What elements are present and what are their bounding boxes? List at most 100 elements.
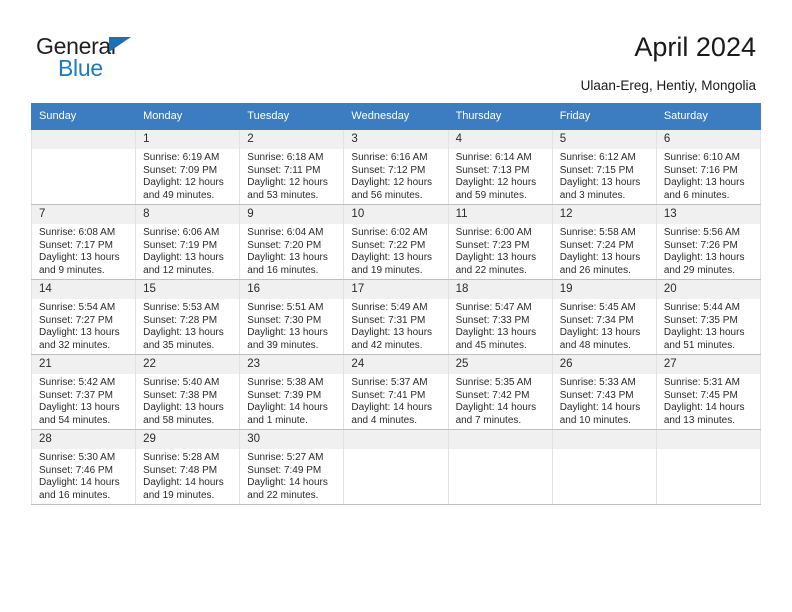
- day-cell[interactable]: 7 Sunrise: 6:08 AM Sunset: 7:17 PM Dayli…: [30, 204, 137, 280]
- day-number: 28: [32, 430, 136, 449]
- sunrise-text: Sunrise: 5:44 AM: [663, 302, 740, 313]
- day-number: [552, 430, 656, 449]
- day-info: Sunrise: 5:37 AM Sunset: 7:41 PM Dayligh…: [344, 374, 447, 427]
- day-info: Sunrise: 5:44 AM Sunset: 7:35 PM Dayligh…: [657, 299, 760, 352]
- day-cell[interactable]: 16 Sunrise: 5:51 AM Sunset: 7:30 PM Dayl…: [239, 279, 345, 355]
- sunrise-text: Sunrise: 6:06 AM: [143, 227, 220, 238]
- day-number: 20: [656, 280, 760, 299]
- day-cell[interactable]: 8 Sunrise: 6:06 AM Sunset: 7:19 PM Dayli…: [135, 204, 241, 280]
- day-cell[interactable]: 29 Sunrise: 5:28 AM Sunset: 7:48 PM Dayl…: [135, 429, 241, 505]
- page-subtitle: Ulaan-Ereg, Hentiy, Mongolia: [580, 78, 756, 93]
- day-cell[interactable]: 14 Sunrise: 5:54 AM Sunset: 7:27 PM Dayl…: [30, 279, 137, 355]
- day-number: 27: [656, 355, 760, 374]
- day-number: 25: [448, 355, 552, 374]
- sunrise-text: Sunrise: 5:49 AM: [351, 302, 428, 313]
- day-cell[interactable]: 10 Sunrise: 6:02 AM Sunset: 7:22 PM Dayl…: [343, 204, 449, 280]
- day-info: Sunrise: 5:53 AM Sunset: 7:28 PM Dayligh…: [136, 299, 239, 352]
- day-cell[interactable]: 26 Sunrise: 5:33 AM Sunset: 7:43 PM Dayl…: [551, 354, 657, 430]
- sunrise-text: Sunrise: 6:16 AM: [351, 152, 428, 163]
- sunrise-text: Sunrise: 6:02 AM: [351, 227, 428, 238]
- sunrise-text: Sunrise: 5:27 AM: [247, 452, 324, 463]
- day-number: 18: [448, 280, 552, 299]
- day-cell[interactable]: 6 Sunrise: 6:10 AM Sunset: 7:16 PM Dayli…: [655, 129, 762, 205]
- day-cell[interactable]: 17 Sunrise: 5:49 AM Sunset: 7:31 PM Dayl…: [343, 279, 449, 355]
- day-number: 17: [344, 280, 448, 299]
- sunrise-text: Sunrise: 6:08 AM: [39, 227, 116, 238]
- brand-logo[interactable]: General Blue: [36, 33, 276, 85]
- sunrise-text: Sunrise: 5:54 AM: [39, 302, 116, 313]
- day-number: [656, 430, 760, 449]
- sunset-text: Sunset: 7:24 PM: [559, 239, 634, 251]
- daylight-text: Daylight: 13 hours and 9 minutes.: [39, 252, 120, 276]
- day-cell[interactable]: 9 Sunrise: 6:04 AM Sunset: 7:20 PM Dayli…: [239, 204, 345, 280]
- day-cell[interactable]: 30 Sunrise: 5:27 AM Sunset: 7:49 PM Dayl…: [239, 429, 345, 505]
- day-number: 14: [32, 280, 136, 299]
- day-cell[interactable]: 19 Sunrise: 5:45 AM Sunset: 7:34 PM Dayl…: [551, 279, 657, 355]
- sunset-text: Sunset: 7:20 PM: [247, 239, 322, 251]
- sunrise-text: Sunrise: 5:31 AM: [663, 377, 740, 388]
- day-cell[interactable]: 15 Sunrise: 5:53 AM Sunset: 7:28 PM Dayl…: [135, 279, 241, 355]
- day-cell[interactable]: 4 Sunrise: 6:14 AM Sunset: 7:13 PM Dayli…: [447, 129, 553, 205]
- day-cell[interactable]: 20 Sunrise: 5:44 AM Sunset: 7:35 PM Dayl…: [655, 279, 762, 355]
- day-cell[interactable]: 25 Sunrise: 5:35 AM Sunset: 7:42 PM Dayl…: [447, 354, 553, 430]
- sunset-text: Sunset: 7:13 PM: [455, 164, 530, 176]
- day-info: Sunrise: 6:00 AM Sunset: 7:23 PM Dayligh…: [449, 224, 552, 277]
- day-number: 30: [240, 430, 344, 449]
- day-info: Sunrise: 5:42 AM Sunset: 7:37 PM Dayligh…: [32, 374, 135, 427]
- daylight-text: Daylight: 13 hours and 58 minutes.: [143, 402, 224, 426]
- sunset-text: Sunset: 7:37 PM: [39, 389, 113, 401]
- day-info: Sunrise: 5:40 AM Sunset: 7:38 PM Dayligh…: [136, 374, 239, 427]
- day-cell[interactable]: 3 Sunrise: 6:16 AM Sunset: 7:12 PM Dayli…: [343, 129, 449, 205]
- day-cell-empty: [655, 429, 762, 505]
- calendar-page: General Blue April 2024 Ulaan-Ereg, Hent…: [0, 0, 792, 612]
- day-cell[interactable]: 18 Sunrise: 5:47 AM Sunset: 7:33 PM Dayl…: [447, 279, 553, 355]
- day-number: 26: [552, 355, 656, 374]
- sunrise-text: Sunrise: 6:10 AM: [663, 152, 740, 163]
- day-info: Sunrise: 6:16 AM Sunset: 7:12 PM Dayligh…: [344, 149, 447, 202]
- day-info: Sunrise: 5:30 AM Sunset: 7:46 PM Dayligh…: [32, 449, 135, 502]
- day-cell-empty: [343, 429, 449, 505]
- day-number: 29: [136, 430, 240, 449]
- calendar-week-row: 21 Sunrise: 5:42 AM Sunset: 7:37 PM Dayl…: [30, 354, 762, 430]
- day-info: Sunrise: 6:02 AM Sunset: 7:22 PM Dayligh…: [344, 224, 447, 277]
- sunrise-text: Sunrise: 5:53 AM: [143, 302, 220, 313]
- sunset-text: Sunset: 7:42 PM: [455, 389, 530, 401]
- day-cell[interactable]: 21 Sunrise: 5:42 AM Sunset: 7:37 PM Dayl…: [30, 354, 137, 430]
- weekday-header-wednesday: Wednesday: [343, 103, 449, 130]
- day-number: 23: [240, 355, 344, 374]
- day-number: 24: [344, 355, 448, 374]
- day-cell[interactable]: 12 Sunrise: 5:58 AM Sunset: 7:24 PM Dayl…: [551, 204, 657, 280]
- day-cell[interactable]: 22 Sunrise: 5:40 AM Sunset: 7:38 PM Dayl…: [135, 354, 241, 430]
- day-info: Sunrise: 6:08 AM Sunset: 7:17 PM Dayligh…: [32, 224, 135, 277]
- day-cell[interactable]: 24 Sunrise: 5:37 AM Sunset: 7:41 PM Dayl…: [343, 354, 449, 430]
- day-cell[interactable]: 28 Sunrise: 5:30 AM Sunset: 7:46 PM Dayl…: [30, 429, 137, 505]
- sunrise-text: Sunrise: 5:28 AM: [143, 452, 220, 463]
- day-cell[interactable]: 27 Sunrise: 5:31 AM Sunset: 7:45 PM Dayl…: [655, 354, 762, 430]
- day-info: Sunrise: 5:38 AM Sunset: 7:39 PM Dayligh…: [240, 374, 343, 427]
- sunrise-text: Sunrise: 5:51 AM: [247, 302, 324, 313]
- day-number: 13: [656, 205, 760, 224]
- day-cell[interactable]: 11 Sunrise: 6:00 AM Sunset: 7:23 PM Dayl…: [447, 204, 553, 280]
- day-info: Sunrise: 5:49 AM Sunset: 7:31 PM Dayligh…: [344, 299, 447, 352]
- day-cell[interactable]: 5 Sunrise: 6:12 AM Sunset: 7:15 PM Dayli…: [551, 129, 657, 205]
- sunrise-text: Sunrise: 5:30 AM: [39, 452, 116, 463]
- calendar-table: Sunday Monday Tuesday Wednesday Thursday…: [30, 103, 762, 505]
- sunset-text: Sunset: 7:49 PM: [247, 464, 322, 476]
- day-number: 3: [344, 130, 448, 149]
- daylight-text: Daylight: 14 hours and 16 minutes.: [39, 477, 120, 501]
- sunset-text: Sunset: 7:35 PM: [663, 314, 738, 326]
- day-number: 19: [552, 280, 656, 299]
- day-number: 7: [32, 205, 136, 224]
- day-cell[interactable]: 23 Sunrise: 5:38 AM Sunset: 7:39 PM Dayl…: [239, 354, 345, 430]
- sunset-text: Sunset: 7:27 PM: [39, 314, 113, 326]
- day-cell[interactable]: 2 Sunrise: 6:18 AM Sunset: 7:11 PM Dayli…: [239, 129, 345, 205]
- day-info: Sunrise: 5:58 AM Sunset: 7:24 PM Dayligh…: [553, 224, 656, 277]
- daylight-text: Daylight: 13 hours and 6 minutes.: [663, 177, 745, 201]
- day-cell[interactable]: 1 Sunrise: 6:19 AM Sunset: 7:09 PM Dayli…: [135, 129, 241, 205]
- day-number: [32, 130, 136, 149]
- day-cell[interactable]: 13 Sunrise: 5:56 AM Sunset: 7:26 PM Dayl…: [655, 204, 762, 280]
- day-number: [448, 430, 552, 449]
- sunset-text: Sunset: 7:48 PM: [143, 464, 218, 476]
- brand-name-blue: Blue: [58, 55, 103, 81]
- day-number: 22: [136, 355, 240, 374]
